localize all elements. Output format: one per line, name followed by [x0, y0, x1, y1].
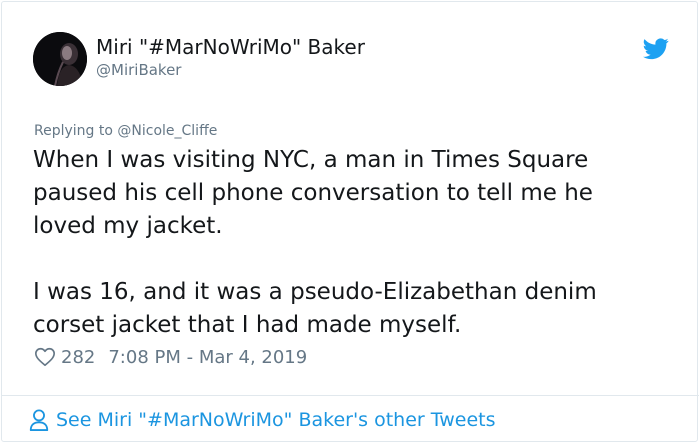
- embedded-tweet-card: Miri "#MarNoWriMo" Baker @MiriBaker Repl…: [1, 1, 699, 443]
- heart-icon[interactable]: [34, 346, 56, 368]
- tweet-text: When I was visiting NYC, a man in Times …: [33, 144, 673, 342]
- reply-target-link[interactable]: @Nicole_Cliffe: [117, 123, 217, 139]
- tweet-text-line: corset jacket that I had made myself.: [33, 312, 462, 338]
- tweet-meta: 282 7:08 PM - Mar 4, 2019: [34, 345, 307, 369]
- tweet-text-line: loved my jacket.: [33, 213, 223, 239]
- tweet-timestamp[interactable]: 7:08 PM - Mar 4, 2019: [108, 347, 307, 368]
- tweet-text-line: paused his cell phone conversation to te…: [33, 180, 593, 206]
- person-icon: [29, 408, 49, 431]
- twitter-bird-icon[interactable]: [643, 38, 669, 60]
- other-tweets-link[interactable]: See Miri "#MarNoWriMo" Baker's other Twe…: [2, 395, 699, 443]
- like-count[interactable]: 282: [61, 347, 95, 368]
- avatar[interactable]: [33, 32, 87, 86]
- avatar-image: [33, 32, 87, 86]
- author-display-name[interactable]: Miri "#MarNoWriMo" Baker: [96, 35, 365, 59]
- tweet-text-line: When I was visiting NYC, a man in Times …: [33, 147, 589, 173]
- reply-context: Replying to @Nicole_Cliffe: [34, 121, 217, 141]
- author-handle[interactable]: @MiriBaker: [96, 60, 181, 80]
- reply-prefix: Replying to: [34, 123, 118, 139]
- other-tweets-label: See Miri "#MarNoWriMo" Baker's other Twe…: [56, 408, 496, 431]
- tweet-header: Miri "#MarNoWriMo" Baker @MiriBaker: [33, 32, 673, 90]
- tweet-text-line: I was 16, and it was a pseudo-Elizabetha…: [33, 279, 597, 305]
